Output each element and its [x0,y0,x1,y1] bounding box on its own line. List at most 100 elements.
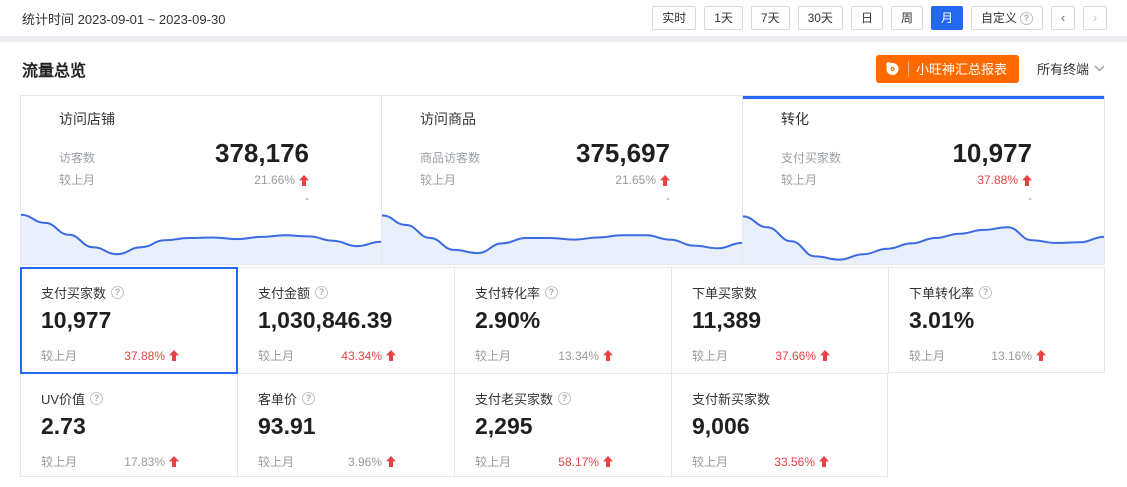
change-percent: 43.34% [341,349,382,363]
change-percent: 37.88% [124,349,165,363]
card-metric-value: 375,697 [576,138,670,169]
range-button-realtime[interactable]: 实时 [652,6,696,30]
help-icon[interactable]: ? [111,286,124,299]
range-button-1day[interactable]: 1天 [704,6,743,30]
compare-label: 较上月 [258,347,294,364]
card-title: 访问商品 [420,109,742,129]
tile-pay-conversion-rate[interactable]: 支付转化率? 2.90% 较上月13.34% [454,267,671,373]
up-arrow-icon [299,175,309,186]
help-icon[interactable]: ? [545,286,558,299]
up-arrow-icon [386,350,396,361]
prev-period-button[interactable]: ‹ [1051,6,1075,30]
up-arrow-icon [603,350,613,361]
up-arrow-icon [603,456,613,467]
up-arrow-icon [1022,175,1032,186]
tile-value: 11,389 [692,307,888,334]
topbar: 统计时间 2023-09-01 ~ 2023-09-30 实时 1天 7天 30… [0,0,1127,36]
card-title: 转化 [781,109,1104,129]
help-icon[interactable]: ? [558,392,571,405]
change-percent: 58.17% [558,455,599,469]
change-percent: 3.96% [348,455,382,469]
summary-report-label: 小旺神汇总报表 [916,59,1007,78]
range-button-7day[interactable]: 7天 [751,6,790,30]
metric-tiles: 支付买家数? 10,977 较上月37.88% 支付金额? 1,030,846.… [20,267,1105,477]
up-arrow-icon [386,456,396,467]
up-arrow-icon [169,456,179,467]
up-arrow-icon [660,175,670,186]
compare-label: 较上月 [475,347,511,364]
card-metric-label: 商品访客数 [420,149,480,166]
tile-title-label: 下单买家数 [692,283,757,302]
card-metric-label: 访客数 [59,149,95,166]
compare-label: 较上月 [692,453,728,470]
compare-label: 较上月 [41,453,77,470]
range-button-custom-label: 自定义 [981,7,1017,29]
change-percent: 21.66% [254,173,295,187]
change-percent: 37.88% [977,173,1018,187]
compare-label: 较上月 [909,347,945,364]
tile-value: 2.73 [41,413,237,440]
tile-title-label: 支付转化率 [475,283,540,302]
compare-label: 较上月 [258,453,294,470]
change-percent: 17.83% [124,455,165,469]
tile-pay-new-buyers[interactable]: 支付新买家数 9,006 较上月33.56% [671,373,888,477]
card-metric-value: 10,977 [952,138,1032,169]
tile-avg-order-value[interactable]: 客单价? 93.91 较上月3.96% [237,373,454,477]
help-icon[interactable]: ? [979,286,992,299]
secondary-change: - [781,191,1032,205]
tile-title-label: 支付老买家数 [475,389,553,408]
card-metric-label: 支付买家数 [781,149,841,166]
change-percent: 13.34% [558,349,599,363]
compare-label: 较上月 [420,171,456,188]
terminal-filter-label: 所有终端 [1037,59,1089,78]
change-percent: 13.16% [991,349,1032,363]
secondary-change: - [59,191,309,205]
sparkline-chart-visit-shop [21,205,381,264]
tile-value: 10,977 [41,307,237,334]
compare-label: 较上月 [781,171,817,188]
tile-value: 1,030,846.39 [258,307,454,334]
empty-cell [888,373,1105,477]
help-icon[interactable]: ? [1020,12,1033,25]
section-header: 流量总览 小旺神汇总报表 所有终端 [0,42,1127,95]
range-button-day[interactable]: 日 [851,6,883,30]
overview-cards: 访问店铺 访客数 378,176 较上月 21.66% - [20,95,1105,265]
button-divider [908,61,909,77]
tile-title-label: 下单转化率 [909,283,974,302]
tile-value: 2,295 [475,413,671,440]
next-period-button[interactable]: › [1083,6,1107,30]
tile-order-buyers[interactable]: 下单买家数 11,389 较上月37.66% [671,267,888,373]
up-arrow-icon [169,350,179,361]
range-button-custom[interactable]: 自定义 ? [971,6,1043,30]
tile-pay-buyers[interactable]: 支付买家数? 10,977 较上月37.88% [20,267,237,373]
tile-pay-amount[interactable]: 支付金额? 1,030,846.39 较上月 43.34% [237,267,454,373]
card-visit-item[interactable]: 访问商品 商品访客数 375,697 较上月 21.65% - [382,96,743,264]
sparkline-chart-visit-item [382,205,742,264]
page-title: 流量总览 [22,57,86,81]
stat-date-range: 统计时间 2023-09-01 ~ 2023-09-30 [22,9,225,28]
range-button-month[interactable]: 月 [931,6,963,30]
range-button-30day[interactable]: 30天 [798,6,843,30]
range-button-week[interactable]: 周 [891,6,923,30]
help-icon[interactable]: ? [302,392,315,405]
card-title: 访问店铺 [59,109,381,129]
terminal-filter-dropdown[interactable]: 所有终端 [1037,59,1105,78]
card-visit-shop[interactable]: 访问店铺 访客数 378,176 较上月 21.66% - [21,96,382,264]
tile-title-label: 支付新买家数 [692,389,770,408]
tile-pay-old-buyers[interactable]: 支付老买家数? 2,295 较上月58.17% [454,373,671,477]
tile-title-label: 客单价 [258,389,297,408]
summary-report-button[interactable]: 小旺神汇总报表 [876,55,1019,83]
compare-label: 较上月 [59,171,95,188]
date-range-switcher: 实时 1天 7天 30天 日 周 月 自定义 ? ‹ › [644,6,1107,30]
secondary-change: - [420,191,670,205]
tile-order-conversion-rate[interactable]: 下单转化率? 3.01% 较上月13.16% [888,267,1105,373]
compare-label: 较上月 [692,347,728,364]
card-conversion[interactable]: 转化 支付买家数 10,977 较上月 37.88% - [743,96,1104,264]
mascot-icon [884,60,901,77]
tile-title-label: 支付金额 [258,283,310,302]
help-icon[interactable]: ? [90,392,103,405]
up-arrow-icon [1036,350,1046,361]
tile-uv-value[interactable]: UV价值? 2.73 较上月17.83% [20,373,237,477]
chevron-down-icon [1094,65,1105,72]
help-icon[interactable]: ? [315,286,328,299]
